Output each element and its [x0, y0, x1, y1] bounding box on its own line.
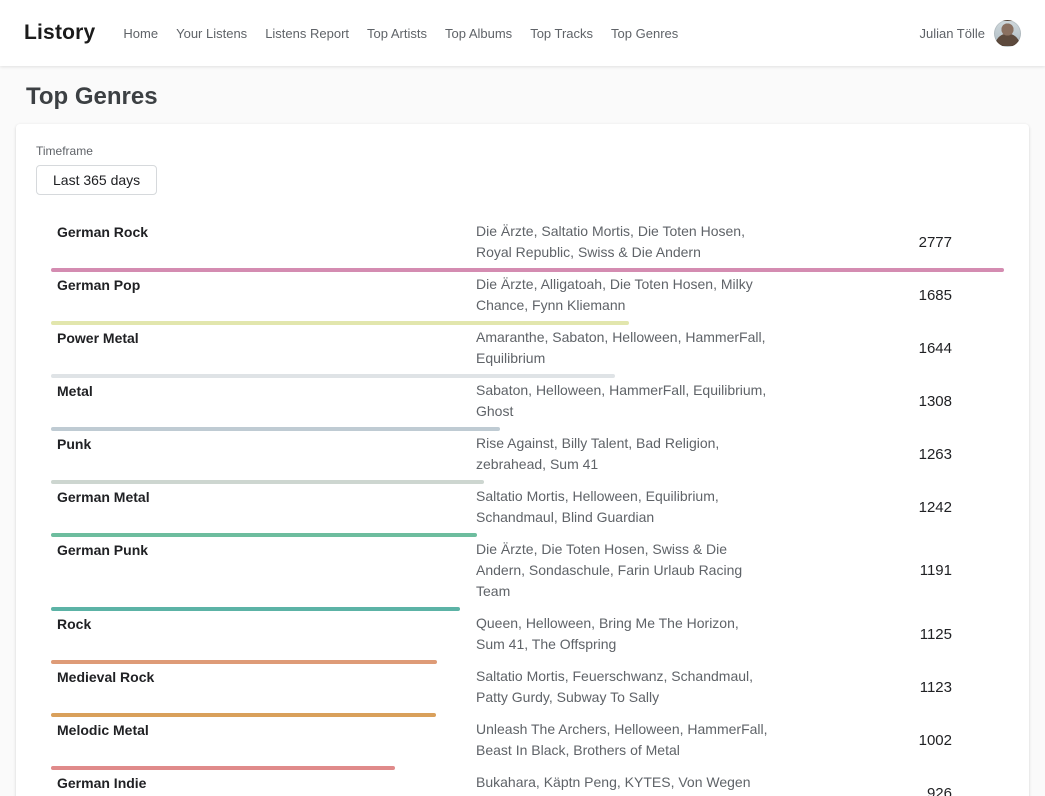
genre-bar-track: [51, 480, 1004, 484]
genre-count: 2777: [919, 234, 1009, 251]
genre-artists: Sabaton, Helloween, HammerFall, Equilibr…: [476, 380, 768, 422]
genre-row: German Pop Die Ärzte, Alligatoah, Die To…: [36, 274, 1009, 325]
genre-name: Power Metal: [36, 327, 476, 349]
timeframe-select[interactable]: Last 365 days: [36, 165, 157, 195]
genre-bar: [51, 268, 1004, 272]
genre-bar-track: [51, 427, 1004, 431]
genre-row: German Rock Die Ärzte, Saltatio Mortis, …: [36, 221, 1009, 272]
genre-row-main: Melodic Metal Unleash The Archers, Hello…: [36, 719, 1009, 761]
genre-row-main: German Pop Die Ärzte, Alligatoah, Die To…: [36, 274, 1009, 316]
genre-row-main: German Indie Bukahara, Käptn Peng, KYTES…: [36, 772, 1009, 796]
genre-bar-track: [51, 766, 1004, 770]
genre-row-main: Punk Rise Against, Billy Talent, Bad Rel…: [36, 433, 1009, 475]
genre-name: German Punk: [36, 539, 476, 561]
nav-item-home[interactable]: Home: [123, 26, 158, 41]
genre-count: 1002: [919, 732, 1009, 749]
genre-row-main: Rock Queen, Helloween, Bring Me The Hori…: [36, 613, 1009, 655]
genre-count: 1123: [920, 679, 1009, 696]
page-title: Top Genres: [26, 83, 1045, 111]
nav-item-listens-report[interactable]: Listens Report: [265, 26, 349, 41]
genre-row-main: Power Metal Amaranthe, Sabaton, Hellowee…: [36, 327, 1009, 369]
genre-row-main: German Metal Saltatio Mortis, Helloween,…: [36, 486, 1009, 528]
genre-row: Power Metal Amaranthe, Sabaton, Hellowee…: [36, 327, 1009, 378]
genre-count: 1191: [920, 562, 1009, 579]
genre-bar-track: [51, 713, 1004, 717]
genre-name: Metal: [36, 380, 476, 402]
genre-artists: Queen, Helloween, Bring Me The Horizon, …: [476, 613, 768, 655]
genre-bar-track: [51, 533, 1004, 537]
main-nav: Home Your Listens Listens Report Top Art…: [123, 26, 678, 41]
genre-count: 1125: [920, 626, 1009, 643]
genre-row: Medieval Rock Saltatio Mortis, Feuerschw…: [36, 666, 1009, 717]
genre-row: Melodic Metal Unleash The Archers, Hello…: [36, 719, 1009, 770]
genre-row-main: German Punk Die Ärzte, Die Toten Hosen, …: [36, 539, 1009, 602]
genre-name: German Pop: [36, 274, 476, 296]
genre-bar: [51, 427, 500, 431]
genre-row: Punk Rise Against, Billy Talent, Bad Rel…: [36, 433, 1009, 484]
genre-artists: Unleash The Archers, Helloween, HammerFa…: [476, 719, 768, 761]
genre-bar: [51, 766, 395, 770]
genre-bar: [51, 374, 615, 378]
user-avatar[interactable]: [994, 20, 1021, 47]
nav-item-top-artists[interactable]: Top Artists: [367, 26, 427, 41]
genre-name: German Indie: [36, 772, 476, 794]
genre-row: German Punk Die Ärzte, Die Toten Hosen, …: [36, 539, 1009, 611]
genre-count: 1685: [919, 287, 1009, 304]
top-genres-card: Timeframe Last 365 days German Rock Die …: [16, 124, 1029, 796]
genre-name: Medieval Rock: [36, 666, 476, 688]
genre-count: 1308: [919, 393, 1009, 410]
genre-bar-track: [51, 607, 1004, 611]
timeframe-label: Timeframe: [36, 144, 1009, 158]
genre-row: German Indie Bukahara, Käptn Peng, KYTES…: [36, 772, 1009, 796]
genre-count: 1242: [919, 499, 1009, 516]
genre-bar-track: [51, 268, 1004, 272]
genre-row-main: Metal Sabaton, Helloween, HammerFall, Eq…: [36, 380, 1009, 422]
genre-artists: Die Ärzte, Alligatoah, Die Toten Hosen, …: [476, 274, 768, 316]
nav-item-top-tracks[interactable]: Top Tracks: [530, 26, 593, 41]
user-name: Julian Tölle: [919, 26, 985, 41]
genre-row: Metal Sabaton, Helloween, HammerFall, Eq…: [36, 380, 1009, 431]
genre-bar: [51, 321, 629, 325]
genre-row-main: German Rock Die Ärzte, Saltatio Mortis, …: [36, 221, 1009, 263]
genre-row-main: Medieval Rock Saltatio Mortis, Feuerschw…: [36, 666, 1009, 708]
genre-table: German Rock Die Ärzte, Saltatio Mortis, …: [36, 221, 1009, 796]
genre-bar: [51, 660, 437, 664]
genre-bar: [51, 533, 477, 537]
genre-artists: Amaranthe, Sabaton, Helloween, HammerFal…: [476, 327, 768, 369]
genre-name: Melodic Metal: [36, 719, 476, 741]
app-logo[interactable]: Listory: [24, 21, 95, 45]
genre-name: Rock: [36, 613, 476, 635]
genre-name: Punk: [36, 433, 476, 455]
genre-count: 1263: [919, 446, 1009, 463]
genre-count: 1644: [919, 340, 1009, 357]
genre-artists: Bukahara, Käptn Peng, KYTES, Von Wegen L…: [476, 772, 768, 796]
app-bar: Listory Home Your Listens Listens Report…: [0, 0, 1045, 66]
genre-bar: [51, 480, 484, 484]
genre-bar-track: [51, 321, 1004, 325]
genre-artists: Die Ärzte, Die Toten Hosen, Swiss & Die …: [476, 539, 768, 602]
genre-bar-track: [51, 660, 1004, 664]
nav-item-top-albums[interactable]: Top Albums: [445, 26, 512, 41]
genre-artists: Saltatio Mortis, Helloween, Equilibrium,…: [476, 486, 768, 528]
genre-artists: Rise Against, Billy Talent, Bad Religion…: [476, 433, 768, 475]
genre-bar: [51, 607, 460, 611]
genre-artists: Saltatio Mortis, Feuerschwanz, Schandmau…: [476, 666, 768, 708]
genre-count: 926: [927, 785, 1009, 796]
genre-row: German Metal Saltatio Mortis, Helloween,…: [36, 486, 1009, 537]
nav-item-your-listens[interactable]: Your Listens: [176, 26, 247, 41]
genre-name: German Metal: [36, 486, 476, 508]
genre-artists: Die Ärzte, Saltatio Mortis, Die Toten Ho…: [476, 221, 768, 263]
genre-bar: [51, 713, 436, 717]
nav-item-top-genres[interactable]: Top Genres: [611, 26, 678, 41]
genre-name: German Rock: [36, 221, 476, 243]
genre-row: Rock Queen, Helloween, Bring Me The Hori…: [36, 613, 1009, 664]
genre-bar-track: [51, 374, 1004, 378]
